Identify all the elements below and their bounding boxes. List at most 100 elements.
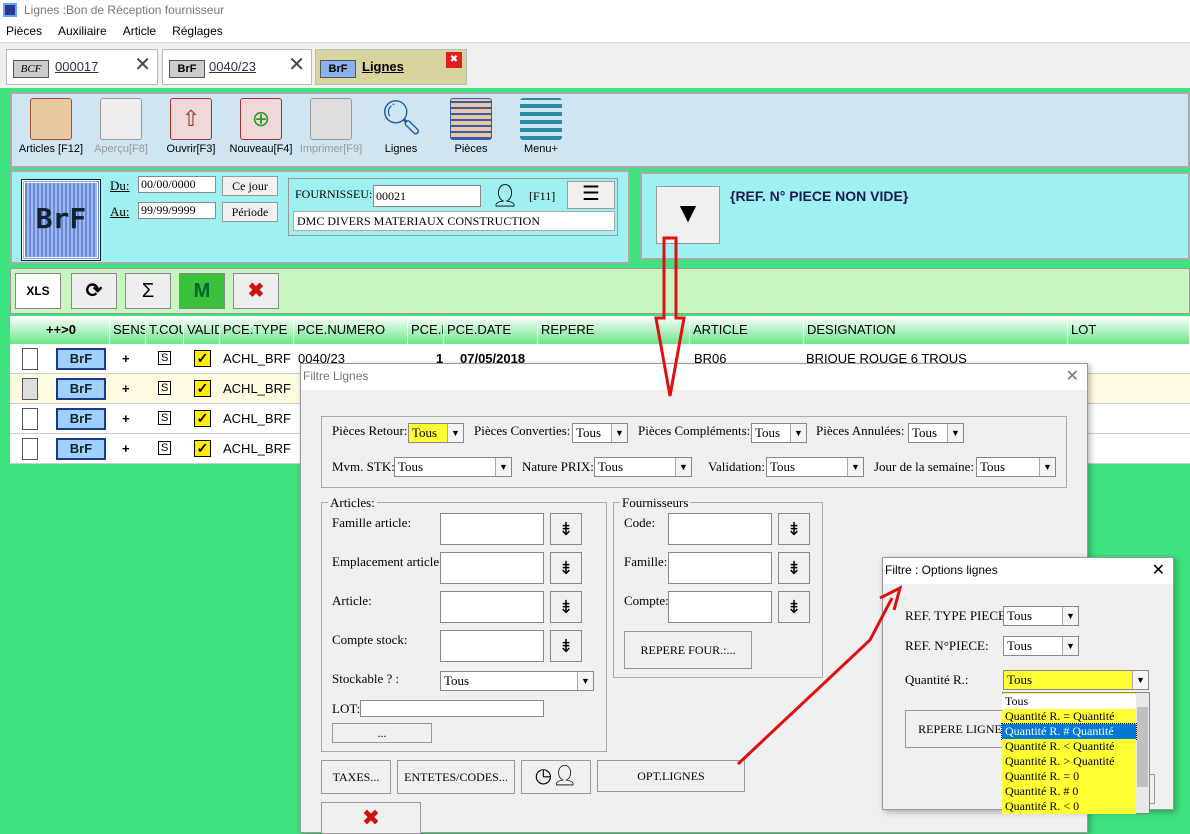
col-header[interactable]: T.COU [146,316,184,344]
delete-column-icon[interactable]: ✖ [233,273,279,309]
mvm-stk-select[interactable]: Tous ▼ [394,457,512,477]
stockable-select[interactable]: Tous ▼ [440,671,594,691]
dropdown-option[interactable]: Quantité R. # Quantité [1001,723,1137,740]
hamburger-icon[interactable]: ☰ [567,181,615,209]
code-field[interactable] [668,513,772,545]
close-icon[interactable]: ✖ [446,52,462,68]
dropdown-option[interactable]: Quantité R. > Quantité [1002,754,1136,769]
dropdown-option[interactable]: Quantité R. < 0 [1002,799,1136,814]
apercu-button[interactable]: Aperçu[F8] [86,98,156,164]
du-field[interactable] [138,176,216,193]
valid-checkbox[interactable]: ✓ [194,410,211,427]
col-header[interactable]: SENS [110,316,146,344]
quantite-select[interactable]: Tous ▼ [1003,670,1149,690]
nouveau-button[interactable]: ⊕ Nouveau[F4] [226,98,296,164]
lookup-icon[interactable]: ⇟ [778,513,810,545]
clear-filter-icon[interactable]: ✖ [321,802,421,834]
lookup-icon[interactable]: ⇟ [778,552,810,584]
valid-checkbox[interactable]: ✓ [194,380,211,397]
col-header[interactable]: PCE.L [408,316,444,344]
valid-checkbox[interactable]: ✓ [194,440,211,457]
sum-icon[interactable]: Σ [125,273,171,309]
tab-brf[interactable]: BrF 0040/23 ✕ [162,49,312,85]
ref-type-select[interactable]: Tous ▼ [1003,606,1079,626]
nature-prix-select[interactable]: Tous ▼ [594,457,692,477]
tab-lignes[interactable]: BrF Lignes ✖ [315,49,467,85]
pieces-button[interactable]: Pièces [436,98,506,164]
ref-num-select[interactable]: Tous ▼ [1003,636,1079,656]
menu-plus-button[interactable]: Menu+ [506,98,576,164]
col-header[interactable]: LOT [1068,316,1190,344]
validation-select[interactable]: Tous ▼ [766,457,864,477]
repere-four-button[interactable]: REPERE FOUR.:... [624,631,752,669]
lookup-icon[interactable]: ⇟ [550,591,582,623]
entetes-button[interactable]: ENTETES/CODES... [397,760,515,794]
lookup-icon[interactable]: ⇟ [550,552,582,584]
dropdown-option[interactable]: Quantité R. = 0 [1002,769,1136,784]
pieces-annulees-select[interactable]: Tous ▼ [908,423,964,443]
pieces-retour-select[interactable]: Tous ▼ [408,423,464,443]
lignes-button[interactable]: 🔍︎ Lignes [366,98,436,164]
pieces-complements-select[interactable]: Tous ▼ [751,423,807,443]
col-header[interactable]: PCE.DATE [444,316,538,344]
taxes-button[interactable]: TAXES... [321,760,391,794]
more-button[interactable]: ... [332,723,432,743]
lookup-icon[interactable]: ⇟ [550,630,582,662]
valid-checkbox[interactable]: ✓ [194,350,211,367]
refresh-icon[interactable]: ⟳ [71,273,117,309]
close-icon[interactable]: ✕ [1066,366,1079,386]
col-header[interactable]: PCE.TYPE [220,316,294,344]
scrollbar[interactable] [1135,693,1149,813]
compte-stock-field[interactable] [440,630,544,662]
jour-semaine-select[interactable]: Tous ▼ [976,457,1056,477]
menu-article[interactable]: Article [123,24,156,42]
menu-pieces[interactable]: Pièces [6,24,42,42]
ce-jour-button[interactable]: Ce jour [222,176,278,196]
au-field[interactable] [138,202,216,219]
dropdown-option[interactable]: Quantité R. = Quantité [1002,709,1136,724]
lot-field[interactable] [360,700,544,717]
row-selector[interactable] [22,408,38,430]
close-icon[interactable]: ✕ [134,52,151,77]
menu-auxiliaire[interactable]: Auxiliaire [58,24,107,42]
row-selector[interactable] [22,438,38,460]
article-field[interactable] [440,591,544,623]
close-icon[interactable]: ✕ [288,52,305,77]
col-header[interactable]: DESIGNATION [804,316,1068,344]
famille-article-field[interactable] [440,513,544,545]
col-header[interactable]: REPERE [538,316,690,344]
periode-button[interactable]: Période [222,202,278,222]
famille-article-label: Famille article: [332,515,412,530]
fournisseur-code-field[interactable] [373,185,481,207]
dropdown-option[interactable]: Quantité R. # 0 [1002,784,1136,799]
dropdown-option[interactable]: Quantité R. < Quantité [1002,739,1136,754]
col-header[interactable]: ++>0 [10,316,110,344]
xls-export-icon[interactable]: XLS [15,273,61,309]
tab-bcf[interactable]: BCF 000017 ✕ [6,49,158,85]
m-icon[interactable]: M [179,273,225,309]
articles-button[interactable]: Articles [F12] [16,98,86,164]
col-header[interactable]: VALID [184,316,220,344]
dropdown-option[interactable]: Tous [1002,694,1136,709]
pieces-converties-select[interactable]: Tous ▼ [572,423,628,443]
emplacement-article-field[interactable] [440,552,544,584]
type-cell: ACHL_BRF [223,351,291,366]
close-icon[interactable]: ✕ [1152,560,1165,580]
code-label: Code: [624,515,656,530]
col-header[interactable]: PCE.NUMERO [294,316,408,344]
row-selector[interactable] [22,348,38,370]
lookup-icon[interactable]: ⇟ [550,513,582,545]
schedule-person-icon[interactable]: ◷👤︎ [521,760,591,794]
person-icon[interactable]: 👤︎ [487,183,523,209]
famille-field[interactable] [668,552,772,584]
menu-reglages[interactable]: Réglages [172,24,223,42]
repere-ligne-button[interactable]: REPERE LIGNE [905,710,1015,748]
col-header[interactable]: ARTICLE [690,316,804,344]
opt-lignes-button[interactable]: OPT.LIGNES [597,760,745,792]
compte-field[interactable] [668,591,772,623]
ouvrir-button[interactable]: ⇧ Ouvrir[F3] [156,98,226,164]
filter-icon[interactable]: ▼ [656,186,720,244]
lookup-icon[interactable]: ⇟ [778,591,810,623]
row-selector[interactable] [22,378,38,400]
imprimer-button[interactable]: Imprimer[F9] [296,98,366,164]
